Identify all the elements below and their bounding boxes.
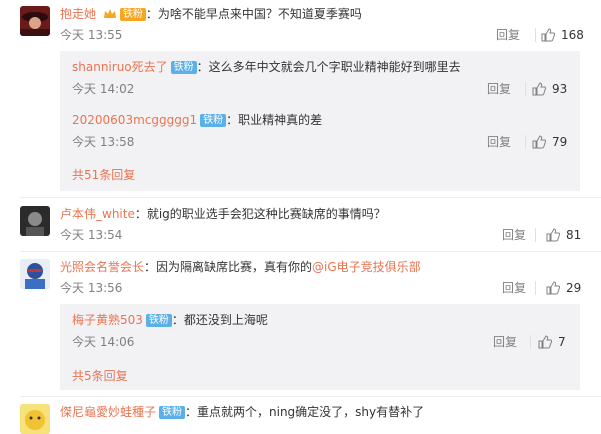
username[interactable]: shanniruo死去了 [72, 60, 168, 74]
timestamp: 今天 13:54 [60, 228, 123, 242]
like-count: 81 [566, 228, 582, 242]
like-button[interactable]: 168 [541, 27, 584, 43]
replies-box: 梅子黄熟503 铁粉 ：都还没到上海呢 今天 14:06 回复 7 共5条回复 [60, 304, 580, 390]
username[interactable]: 卢本伟_white [60, 207, 135, 221]
more-replies-link[interactable]: 共51条回复 [72, 166, 135, 183]
timestamp: 今天 14:06 [72, 335, 135, 349]
fan-badge: 铁粉 [200, 114, 227, 127]
avatar[interactable] [20, 6, 50, 36]
reply-button[interactable]: 回复 [487, 134, 511, 150]
more-replies-link[interactable]: 共5条回复 [72, 367, 128, 384]
timestamp: 今天 14:02 [72, 82, 135, 96]
timestamp: 今天 13:55 [60, 28, 123, 42]
divider [20, 396, 601, 397]
avatar[interactable] [20, 259, 50, 289]
comment-text: ：就ig的职业选手会犯这种比赛缺席的事情吗？ [134, 207, 386, 221]
like-count: 93 [552, 82, 568, 96]
username[interactable]: 光照会名誉会长 [60, 260, 144, 274]
mention-link[interactable]: @iG电子竞技俱乐部 [312, 260, 421, 274]
divider [525, 135, 526, 149]
timestamp: 今天 13:56 [60, 281, 123, 295]
divider [20, 251, 601, 252]
avatar[interactable] [20, 404, 50, 434]
thumbs-up-icon [532, 135, 547, 149]
like-button[interactable]: 29 [546, 280, 581, 296]
reply-button[interactable]: 回复 [487, 81, 511, 97]
fan-badge: 铁粉 [170, 61, 197, 74]
comment-text: ：因为隔离缺席比赛，真有你的 [144, 260, 313, 274]
vip-crown-icon [103, 8, 117, 24]
username[interactable]: 傑尼龜愛妙蛙種子 [60, 405, 156, 419]
divider [535, 228, 536, 242]
timestamp: 今天 13:58 [72, 135, 135, 149]
reply-button[interactable]: 回复 [502, 280, 526, 296]
reply-text: ：都还没到上海呢 [171, 313, 268, 327]
divider [525, 82, 526, 96]
username[interactable]: 梅子黄熟503 [72, 313, 143, 327]
username[interactable]: 20200603mcggggg1 [72, 113, 197, 127]
divider [535, 28, 536, 42]
like-button[interactable]: 7 [538, 334, 566, 350]
fan-badge: 铁粉 [119, 8, 146, 21]
like-button[interactable]: 81 [546, 227, 581, 243]
avatar[interactable] [20, 206, 50, 236]
thumbs-up-icon [546, 228, 561, 242]
reply-button[interactable]: 回复 [496, 27, 520, 43]
thumbs-up-icon [538, 335, 553, 349]
like-count: 168 [561, 28, 584, 42]
replies-box: shanniruo死去了 铁粉 ：这么多年中文就会几个字职业精神能好到哪里去 今天 … [60, 51, 580, 191]
reply-button[interactable]: 回复 [502, 227, 526, 243]
comment-text: ：重点就两个，ning确定没了，shy有替补了 [185, 405, 425, 419]
thumbs-up-icon [532, 82, 547, 96]
divider [535, 281, 536, 295]
divider [530, 335, 531, 349]
like-button[interactable]: 79 [532, 134, 567, 150]
like-count: 29 [566, 281, 582, 295]
fan-badge: 铁粉 [145, 314, 172, 327]
like-count: 79 [552, 135, 568, 149]
comment-text: ：为啥不能早点来中国？不知道夏季赛吗 [145, 7, 362, 21]
divider [20, 197, 601, 198]
fan-badge: 铁粉 [159, 406, 186, 419]
username[interactable]: 抱走她 [60, 7, 96, 21]
like-button[interactable]: 93 [532, 81, 567, 97]
reply-text: ：职业精神真的差 [226, 113, 323, 127]
reply-text: ：这么多年中文就会几个字职业精神能好到哪里去 [196, 60, 461, 74]
reply-button[interactable]: 回复 [493, 334, 517, 350]
thumbs-up-icon [541, 28, 556, 42]
thumbs-up-icon [546, 281, 561, 295]
like-count: 7 [558, 335, 566, 349]
